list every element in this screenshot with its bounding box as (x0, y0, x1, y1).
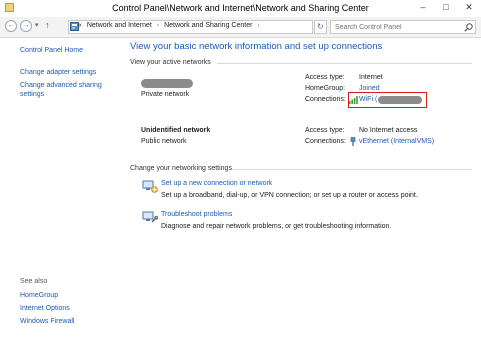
access-type-label: Access type: (305, 74, 345, 81)
refresh-button[interactable]: ↻ (314, 20, 327, 34)
access-type-value: Internet (359, 74, 383, 81)
homegroup-link[interactable]: HomeGroup (20, 291, 58, 300)
section-divider (217, 63, 472, 64)
change-adapter-settings-link[interactable]: Change adapter settings (20, 68, 120, 77)
search-icon[interactable] (464, 23, 473, 32)
recent-locations-dropdown[interactable]: ▾ (35, 21, 39, 29)
troubleshoot-problems-link[interactable]: Troubleshoot problems (161, 211, 232, 218)
ethernet-icon (350, 137, 356, 146)
breadcrumb-separator-icon[interactable]: › (157, 22, 159, 29)
homegroup-label: HomeGroup: (305, 85, 346, 92)
vethernet-connection-link[interactable]: vEthernet (InternalVMS) (359, 138, 434, 145)
close-button[interactable]: ✕ (459, 0, 479, 14)
page-title: View your basic network information and … (130, 41, 383, 52)
network-name-redacted (141, 79, 193, 88)
homegroup-joined-link[interactable]: Joined (359, 85, 380, 92)
setup-new-connection-description: Set up a broadband, dial-up, or VPN conn… (161, 192, 418, 199)
internet-options-link[interactable]: Internet Options (20, 304, 70, 313)
back-button[interactable]: ← (5, 20, 17, 32)
change-settings-title: Change your networking settings (130, 165, 232, 172)
change-advanced-sharing-link[interactable]: Change advanced sharing settings (20, 81, 118, 99)
new-connection-icon (142, 180, 158, 193)
network-category: Private network (141, 91, 190, 98)
troubleshoot-description: Diagnose and repair network problems, or… (161, 223, 392, 230)
access-type-label: Access type: (305, 127, 345, 134)
access-type-value: No Internet access (359, 127, 418, 134)
breadcrumb-separator-icon[interactable]: › (257, 22, 259, 29)
forward-button[interactable]: → (20, 20, 32, 32)
minimize-button[interactable]: – (413, 0, 433, 14)
control-panel-home-link[interactable]: Control Panel Home (20, 46, 83, 55)
section-divider (232, 169, 472, 170)
troubleshoot-icon (142, 211, 158, 223)
breadcrumb-overflow-icon[interactable]: « (78, 22, 82, 29)
breadcrumb: « Network and Internet › Network and Sha… (78, 22, 260, 29)
active-networks-title: View your active networks (130, 59, 211, 66)
search-input[interactable] (330, 20, 476, 34)
connections-label: Connections: (305, 138, 346, 145)
network-name: Unidentified network (141, 127, 211, 134)
up-button[interactable]: ↑ (45, 20, 50, 30)
setup-new-connection-link[interactable]: Set up a new connection or network (161, 180, 272, 187)
window-title: Control Panel\Network and Internet\Netwo… (112, 3, 369, 13)
network-category: Public network (141, 138, 187, 145)
see-also-title: See also (20, 278, 48, 285)
connections-label: Connections: (305, 96, 346, 103)
breadcrumb-network-sharing-center[interactable]: Network and Sharing Center (164, 22, 252, 29)
wifi-highlight-box (348, 92, 427, 108)
maximize-button[interactable]: □ (436, 0, 456, 14)
windows-firewall-link[interactable]: Windows Firewall (20, 317, 74, 326)
breadcrumb-network-and-internet[interactable]: Network and Internet (87, 22, 152, 29)
